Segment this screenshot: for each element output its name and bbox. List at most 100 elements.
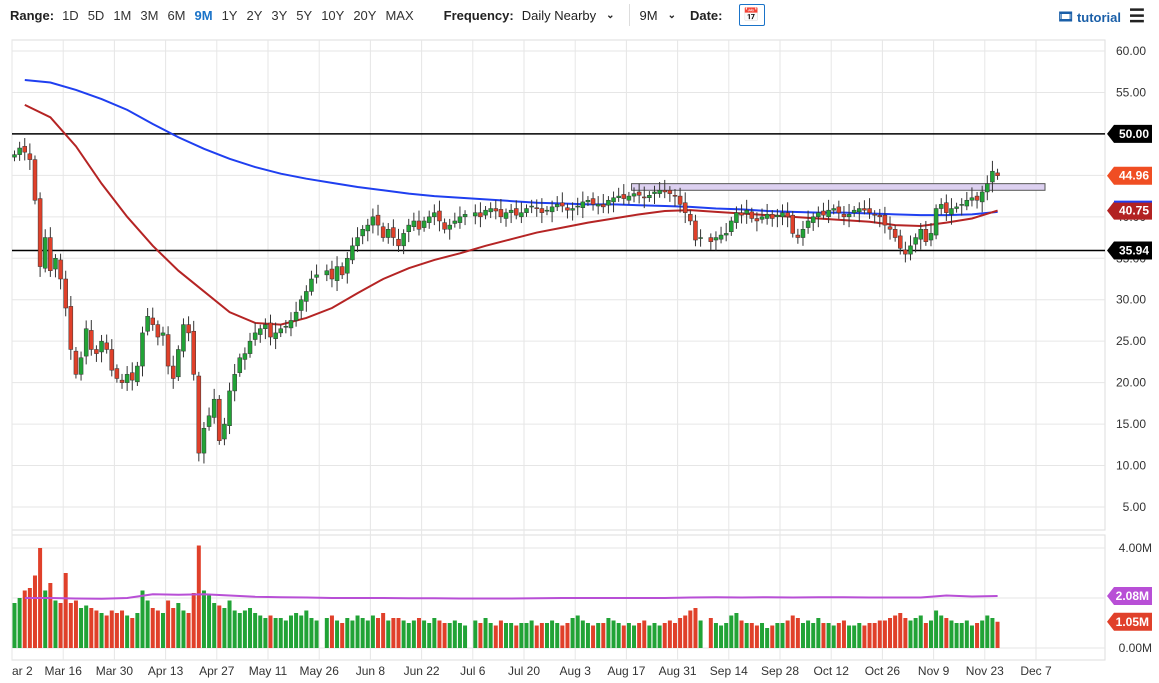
candle-body	[232, 374, 237, 392]
candle-body	[32, 159, 38, 201]
range-option-3y[interactable]: 3Y	[271, 8, 287, 23]
period-select[interactable]: 9M ⌄	[640, 8, 676, 23]
volume-bar	[217, 605, 222, 648]
volume-bar	[688, 610, 693, 648]
candle-body	[560, 202, 565, 207]
tutorial-link[interactable]: 🎞 tutorial	[1057, 9, 1121, 25]
calendar-icon[interactable]: 📅	[738, 4, 765, 26]
volume-bar	[831, 625, 836, 648]
candle-body	[22, 146, 27, 153]
volume-bar	[642, 620, 647, 648]
candle-body	[519, 212, 524, 218]
volume-bar	[416, 618, 421, 648]
candle-body	[800, 229, 806, 238]
range-option-5d[interactable]: 5D	[88, 8, 105, 23]
candle-body	[350, 245, 355, 261]
chevron-down-icon: ⌄	[667, 9, 676, 21]
x-tick-label: Nov 9	[918, 664, 950, 678]
badge-label: 40.75	[1119, 204, 1149, 218]
range-option-9m[interactable]: 9M	[195, 8, 213, 23]
candle-body	[903, 249, 908, 255]
range-option-6m[interactable]: 6M	[167, 8, 185, 23]
volume-bar	[171, 608, 176, 648]
volume-bar	[580, 620, 585, 648]
price-badge: 50.00	[1107, 124, 1152, 143]
volume-bar	[877, 620, 882, 648]
candle-body	[514, 208, 519, 216]
candle-body	[672, 195, 678, 197]
candle-body	[534, 207, 539, 209]
candle-body	[995, 172, 1000, 176]
volume-bar	[821, 623, 826, 648]
volume-bar	[519, 623, 524, 648]
candle-body	[196, 375, 202, 454]
candle-body	[544, 209, 550, 212]
candle-body	[688, 214, 693, 222]
candle-body	[217, 398, 222, 441]
volume-bar	[836, 623, 841, 648]
range-option-1y[interactable]: 1Y	[222, 8, 238, 23]
moving-average-long-line	[24, 79, 998, 217]
candle-body	[682, 202, 688, 213]
candle-body	[27, 153, 33, 160]
volume-bar	[934, 610, 939, 648]
volume-bar	[248, 608, 253, 648]
candle-body	[816, 212, 821, 218]
candle-body	[805, 220, 811, 228]
candles	[12, 138, 1000, 464]
volume-bar	[99, 613, 104, 648]
volume-bar	[990, 618, 995, 648]
hamburger-menu-icon[interactable]: ☰	[1129, 6, 1145, 27]
price-tick-label: 5.00	[1123, 500, 1147, 514]
volume-bar	[862, 625, 867, 648]
candle-body	[421, 220, 427, 228]
range-option-3m[interactable]: 3M	[140, 8, 158, 23]
candle-body	[529, 205, 534, 208]
volume-bar	[826, 623, 831, 648]
volume-bar	[719, 625, 724, 648]
price-chart[interactable]: ar 2 Mar 16 Mar 30 Apr 13 Apr 27 May 11 May 26…	[0, 0, 1159, 683]
range-option-5y[interactable]: 5Y	[296, 8, 312, 23]
candle-body	[48, 237, 53, 271]
volume-bar	[785, 620, 790, 648]
moving-average-short-line	[24, 103, 998, 326]
volume-bar	[800, 623, 805, 648]
range-option-20y[interactable]: 20Y	[353, 8, 376, 23]
volume-bar	[570, 618, 575, 648]
volume-bar	[544, 623, 549, 648]
volume-bar	[611, 620, 616, 648]
candle-body	[365, 224, 371, 232]
candle-body	[590, 198, 596, 205]
candle-body	[186, 324, 191, 334]
candle-body	[882, 214, 888, 226]
candle-body	[652, 191, 657, 194]
candle-body	[73, 350, 79, 375]
range-option-10y[interactable]: 10Y	[321, 8, 344, 23]
range-option-max[interactable]: MAX	[385, 8, 413, 23]
volume-bar	[350, 620, 355, 648]
volume-bar	[324, 618, 329, 648]
candle-body	[601, 204, 606, 208]
volume-bar	[109, 610, 114, 648]
range-option-1d[interactable]: 1D	[62, 8, 79, 23]
candle-body	[68, 306, 74, 350]
candle-body	[345, 258, 350, 274]
price-panel-frame	[11, 39, 1106, 531]
candle-body	[12, 154, 17, 158]
x-tick-label: Mar 16	[45, 664, 83, 678]
candle-body	[17, 147, 22, 155]
badge-shape	[1107, 166, 1152, 185]
candle-body	[130, 372, 135, 381]
range-option-1m[interactable]: 1M	[113, 8, 131, 23]
volume-bar	[104, 615, 109, 648]
volume-bar	[632, 625, 637, 648]
range-option-2y[interactable]: 2Y	[246, 8, 262, 23]
candle-body	[524, 208, 529, 213]
candle-body	[938, 204, 944, 209]
volume-bar	[888, 618, 893, 648]
volume-bar	[939, 615, 944, 648]
period-value: 9M	[639, 7, 658, 23]
volume-bar	[48, 583, 53, 648]
candle-body	[268, 322, 273, 338]
frequency-select[interactable]: Daily Nearby ⌄	[522, 8, 615, 23]
